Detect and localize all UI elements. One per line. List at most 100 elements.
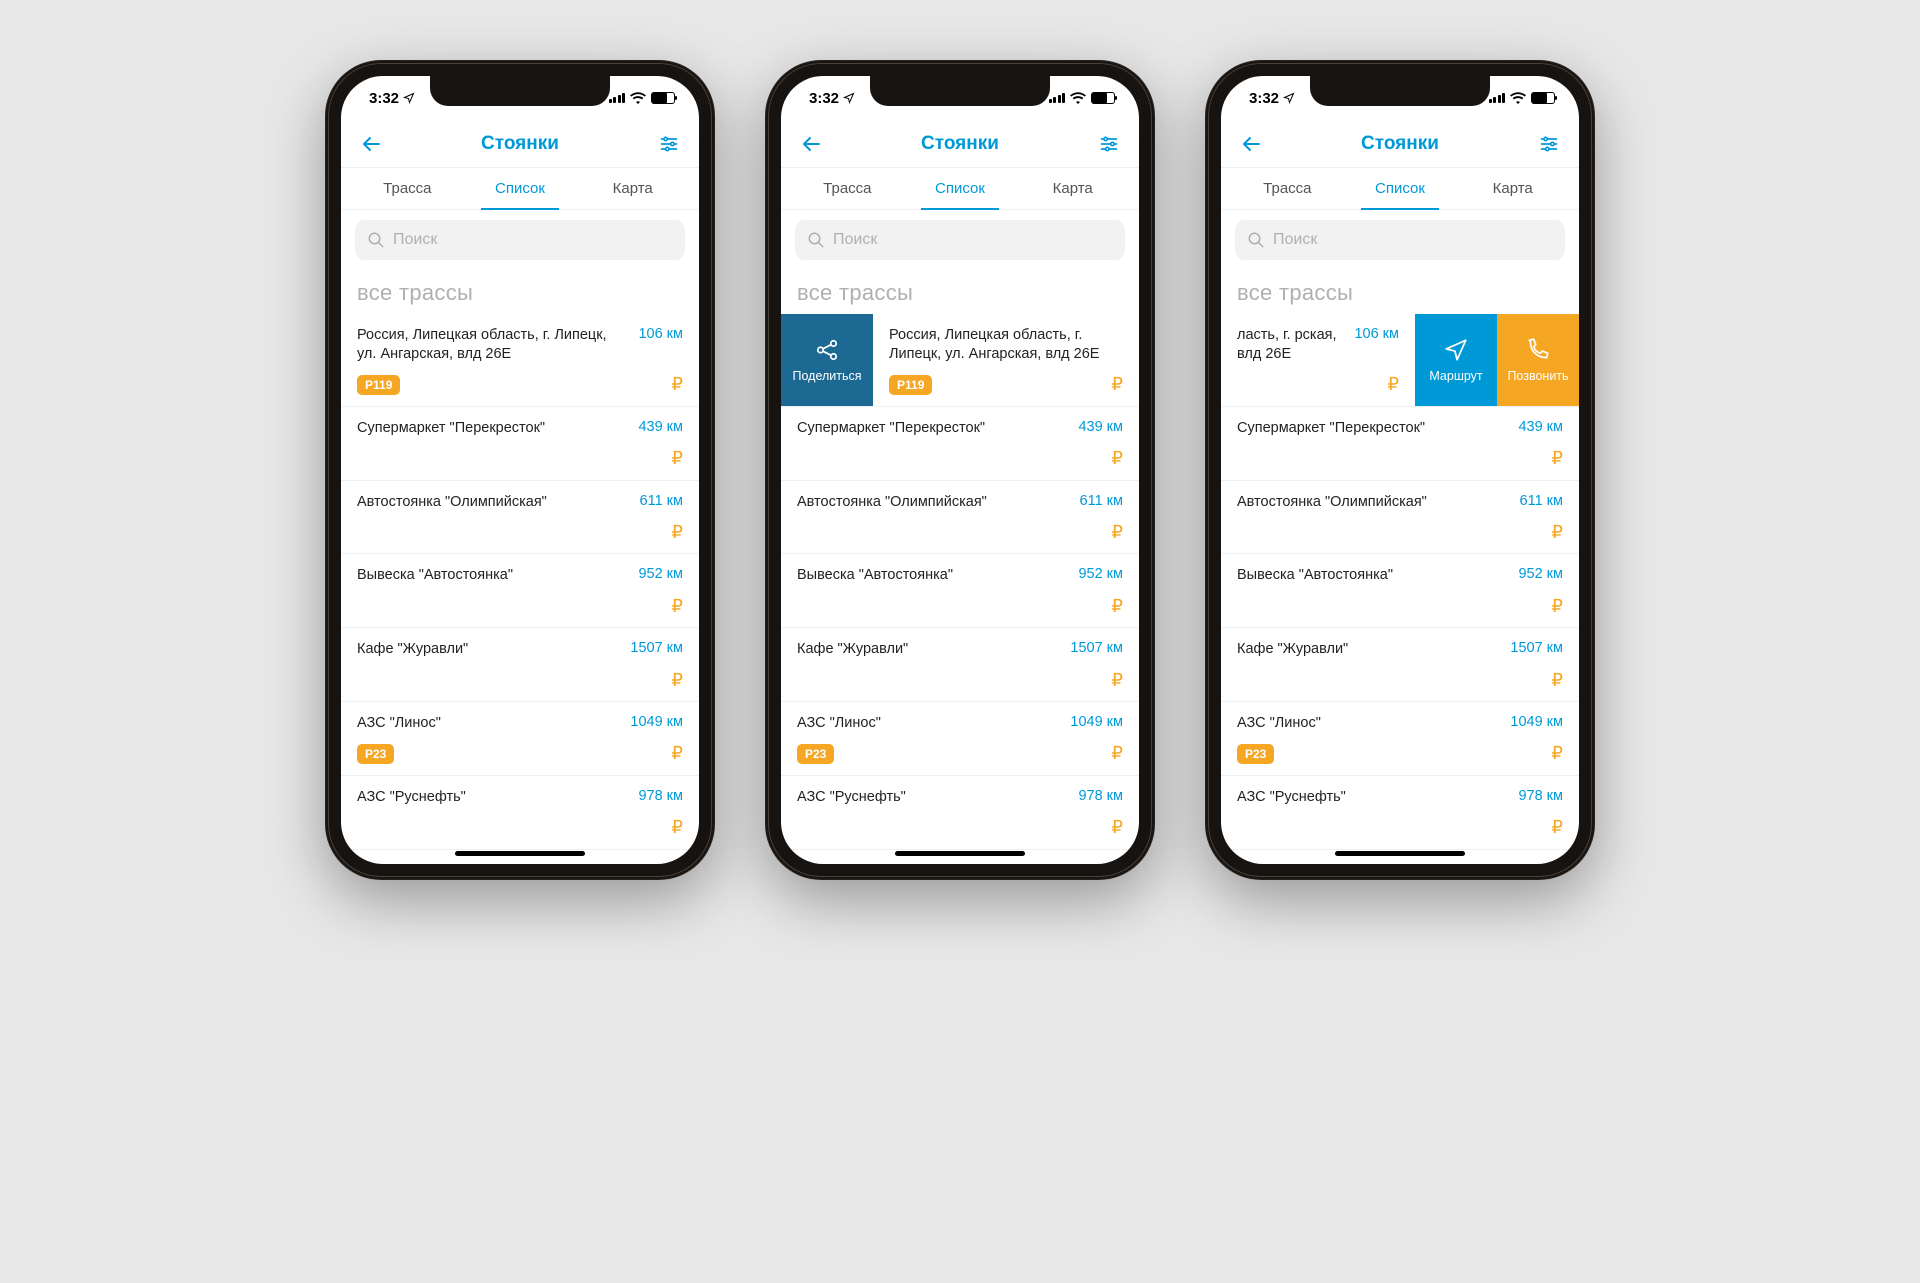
- nav-bar: Стоянки: [341, 120, 699, 168]
- item-title: АЗС "Линос": [1237, 714, 1498, 733]
- list-item[interactable]: ласть, г. рская, влд 26Е106 км ₽ Маршрут…: [1221, 314, 1579, 407]
- section-header: все трассы: [1221, 270, 1579, 314]
- ruble-icon: ₽: [1552, 670, 1563, 691]
- ruble-icon: ₽: [672, 596, 683, 617]
- tab-track[interactable]: Трасса: [1231, 168, 1344, 209]
- item-title: Вывеска "Автостоянка": [357, 566, 626, 585]
- tab-track[interactable]: Трасса: [791, 168, 904, 209]
- list-item[interactable]: Супермаркет "Перекресток"439 км₽: [781, 407, 1139, 481]
- route-badge: Р23: [357, 744, 394, 764]
- item-distance: 1507 км: [630, 640, 683, 659]
- tabs: Трасса Список Карта: [1221, 168, 1579, 210]
- search-input[interactable]: [833, 231, 1113, 249]
- swipe-call-button[interactable]: Позвонить: [1497, 314, 1579, 406]
- swipe-call-label: Позвонить: [1507, 369, 1568, 383]
- search-input[interactable]: [393, 231, 673, 249]
- back-button[interactable]: [359, 132, 383, 156]
- page-title: Стоянки: [921, 133, 999, 155]
- item-title: Роснефть: [357, 862, 626, 864]
- list-item[interactable]: Автостоянка "Олимпийская"611 км ₽: [341, 481, 699, 555]
- section-header: все трассы: [341, 270, 699, 314]
- tab-list[interactable]: Список: [904, 168, 1017, 209]
- list[interactable]: Поделиться Россия, Липецкая область, г. …: [781, 314, 1139, 864]
- tab-map[interactable]: Карта: [576, 168, 689, 209]
- location-icon: [403, 92, 415, 104]
- search-box[interactable]: [355, 220, 685, 260]
- item-title: Кафе "Журавли": [1237, 640, 1498, 659]
- list-item[interactable]: АЗС "Линос"1049 кмР23₽: [1221, 702, 1579, 776]
- phone-mockup-3: 3:32 Стоянки Трасса Список Карта все тра…: [1205, 60, 1595, 880]
- list-item[interactable]: Автостоянка "Олимпийская"611 км₽: [781, 481, 1139, 555]
- tab-list[interactable]: Список: [464, 168, 577, 209]
- filter-button[interactable]: [1097, 132, 1121, 156]
- notch: [870, 76, 1050, 106]
- tab-list[interactable]: Список: [1344, 168, 1457, 209]
- search-box[interactable]: [1235, 220, 1565, 260]
- swipe-share-button[interactable]: Поделиться: [781, 314, 873, 406]
- item-title: АЗС "Линос": [357, 714, 618, 733]
- list-item[interactable]: Вывеска "Автостоянка"952 км₽: [1221, 554, 1579, 628]
- list[interactable]: Россия, Липецкая область, г. Липецк, ул.…: [341, 314, 699, 864]
- item-title: Супермаркет "Перекресток": [797, 419, 1066, 438]
- search-container: [341, 210, 699, 270]
- item-title: Кафе "Журавли": [797, 640, 1058, 659]
- ruble-icon: ₽: [1112, 522, 1123, 543]
- ruble-icon: ₽: [1552, 522, 1563, 543]
- ruble-icon: ₽: [1552, 448, 1563, 469]
- wifi-icon: [630, 92, 646, 104]
- list-item[interactable]: АЗС "Руснефть"978 км ₽: [341, 776, 699, 850]
- page-title: Стоянки: [1361, 133, 1439, 155]
- item-distance: 952 км: [638, 566, 683, 585]
- route-badge: Р119: [357, 375, 400, 395]
- list-item[interactable]: Вывеска "Автостоянка" 952 км ₽: [341, 554, 699, 628]
- search-input[interactable]: [1273, 231, 1553, 249]
- battery-icon: [1091, 92, 1115, 104]
- list-item[interactable]: Супермаркет "Перекресток"439 км ₽: [341, 407, 699, 481]
- back-button[interactable]: [799, 132, 823, 156]
- route-badge: Р23: [1237, 744, 1274, 764]
- tab-map[interactable]: Карта: [1016, 168, 1129, 209]
- search-container: [1221, 210, 1579, 270]
- search-icon: [367, 231, 385, 249]
- filter-button[interactable]: [657, 132, 681, 156]
- item-distance: 978 км: [1518, 788, 1563, 807]
- list[interactable]: ласть, г. рская, влд 26Е106 км ₽ Маршрут…: [1221, 314, 1579, 864]
- list-item[interactable]: Кафе "Журавли"1507 км₽: [1221, 628, 1579, 702]
- list-item[interactable]: Автостоянка "Олимпийская"611 км₽: [1221, 481, 1579, 555]
- list-item[interactable]: АЗС "Линос"1049 км Р23₽: [341, 702, 699, 776]
- item-title: АЗС "Руснефть": [1237, 788, 1506, 807]
- item-distance: 1049 км: [1510, 714, 1563, 733]
- tab-map[interactable]: Карта: [1456, 168, 1569, 209]
- wifi-icon: [1070, 92, 1086, 104]
- home-indicator: [455, 851, 585, 856]
- list-item[interactable]: АЗС "Линос"1049 кмР23₽: [781, 702, 1139, 776]
- item-title: Россия, Липецкая область, г. Липецк, ул.…: [357, 326, 626, 364]
- list-item[interactable]: Вывеска "Автостоянка"952 км₽: [781, 554, 1139, 628]
- tabs: Трасса Список Карта: [341, 168, 699, 210]
- swipe-route-button[interactable]: Маршрут: [1415, 314, 1497, 406]
- page-title: Стоянки: [481, 133, 559, 155]
- tab-track[interactable]: Трасса: [351, 168, 464, 209]
- search-icon: [807, 231, 825, 249]
- back-button[interactable]: [1239, 132, 1263, 156]
- status-time: 3:32: [809, 90, 839, 107]
- ruble-icon: ₽: [1112, 596, 1123, 617]
- list-item[interactable]: Поделиться Россия, Липецкая область, г. …: [781, 314, 1139, 407]
- list-item[interactable]: Супермаркет "Перекресток"439 км₽: [1221, 407, 1579, 481]
- item-title: АЗС "Руснефть": [357, 788, 626, 807]
- list-item[interactable]: Кафе "Журавли"1507 км₽: [781, 628, 1139, 702]
- list-item[interactable]: АЗС "Руснефть"978 км₽: [781, 776, 1139, 850]
- ruble-icon: ₽: [672, 743, 683, 764]
- filter-button[interactable]: [1537, 132, 1561, 156]
- list-item[interactable]: АЗС "Руснефть"978 км₽: [1221, 776, 1579, 850]
- ruble-icon: ₽: [1112, 670, 1123, 691]
- item-distance: 802 км: [1518, 862, 1563, 864]
- location-icon: [843, 92, 855, 104]
- notch: [1310, 76, 1490, 106]
- list-item[interactable]: Кафе "Журавли"1507 км ₽: [341, 628, 699, 702]
- item-distance: 439 км: [1078, 419, 1123, 438]
- list-item[interactable]: Россия, Липецкая область, г. Липецк, ул.…: [341, 314, 699, 407]
- home-indicator: [1335, 851, 1465, 856]
- signal-icon: [609, 93, 626, 103]
- search-box[interactable]: [795, 220, 1125, 260]
